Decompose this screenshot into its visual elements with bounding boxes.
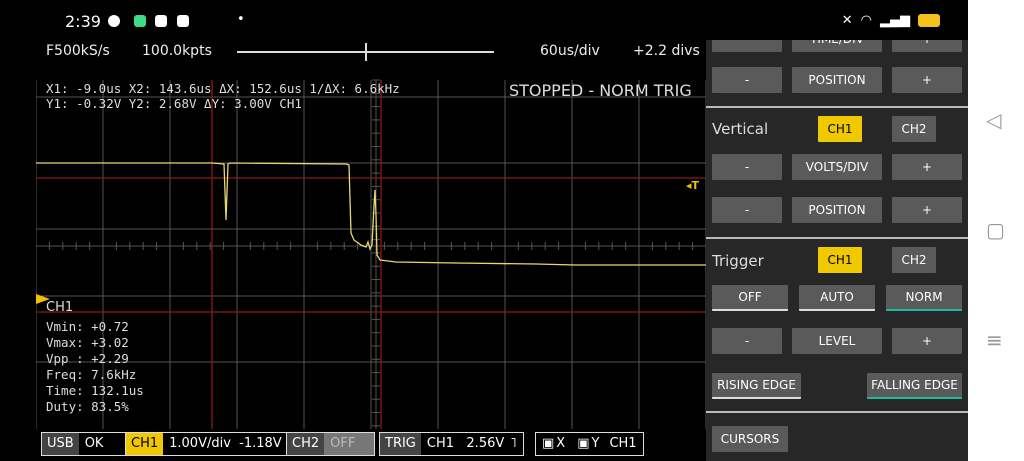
meas-duty: Duty: 83.5%	[46, 399, 129, 414]
falling-edge-icon: ˥	[510, 433, 523, 455]
y-checkbox-icon[interactable]: ▣	[571, 433, 592, 455]
ch2-value: OFF	[324, 433, 375, 455]
time-div-plus-button[interactable]: +	[892, 40, 962, 52]
trig-value: CH1 2.56V	[420, 433, 511, 455]
offset-divs: +2.2 divs	[633, 43, 700, 59]
trigger-ch1-button[interactable]: CH1	[818, 247, 862, 273]
status-bar: 2:39 • ✕ ◠ ▂▄▆	[36, 0, 968, 40]
mute-icon: ✕	[841, 13, 853, 28]
meas-vmin: Vmin: +0.72	[46, 319, 129, 334]
time-div-minus-button[interactable]: -	[712, 40, 782, 52]
time-per-div: 60us/div	[540, 43, 600, 59]
cursor-readout-x: X1: -9.0us X2: 143.6us ΔX: 152.6us 1/ΔX:…	[46, 81, 400, 96]
bottom-status-bar: USB OK CH1 1.00V/div -1.18V CH2 OFF TRIG…	[36, 429, 706, 461]
trig-status[interactable]: TRIG CH1 2.56V ˥	[379, 432, 524, 456]
ch1-status[interactable]: CH1 1.00V/div -1.18V	[125, 432, 289, 456]
battery-icon	[918, 14, 940, 27]
ch1-value: 1.00V/div -1.18V	[163, 433, 288, 455]
level-plus-button[interactable]: +	[892, 328, 962, 354]
messenger-icon	[108, 15, 120, 27]
trigger-off-button[interactable]: OFF	[712, 285, 788, 311]
facebook-icon	[177, 15, 189, 27]
cursor-readout-y: Y1: -0.32V Y2: 2.68V ΔY: 3.00V CH1	[46, 96, 302, 111]
volts-div-button[interactable]: VOLTS/DIV	[792, 154, 882, 180]
ch2-tag: CH2	[287, 433, 325, 455]
x-checkbox-icon[interactable]: ▣	[536, 433, 557, 455]
vertical-ch1-button[interactable]: CH1	[818, 116, 862, 142]
vertical-ch2-button[interactable]: CH2	[892, 116, 936, 142]
trig-tag: TRIG	[380, 433, 421, 455]
divider	[706, 237, 968, 239]
wifi-icon: ◠	[860, 13, 872, 28]
navigation-bar: ◁ ▢ ≡	[968, 0, 1024, 461]
h-position-minus-button[interactable]: -	[712, 67, 782, 93]
meas-time: Time: 132.1us	[46, 383, 144, 398]
back-icon[interactable]: ◁	[986, 110, 1001, 130]
v-position-button[interactable]: POSITION	[792, 197, 882, 223]
v-position-plus-button[interactable]: +	[892, 197, 962, 223]
home-icon[interactable]: ▢	[986, 220, 1005, 240]
divider	[706, 411, 968, 413]
control-panel: - TIME/DIV + - POSITION + Vertical CH1 C…	[706, 40, 968, 461]
usb-tag: USB	[42, 433, 79, 455]
ch2-status[interactable]: CH2 OFF	[286, 432, 376, 456]
h-position-plus-button[interactable]: +	[892, 67, 962, 93]
level-button[interactable]: LEVEL	[792, 328, 882, 354]
grid	[36, 79, 706, 429]
level-minus-button[interactable]: -	[712, 328, 782, 354]
trigger-norm-button[interactable]: NORM	[886, 285, 962, 311]
meas-vmax: Vmax: +3.02	[46, 335, 129, 350]
meas-freq: Freq: 7.6kHz	[46, 367, 137, 382]
ch1-tag: CH1	[126, 433, 164, 455]
usb-status[interactable]: USB OK	[41, 432, 126, 456]
xy-status[interactable]: ▣ X ▣ Y CH1	[535, 432, 644, 456]
timeline-marker[interactable]	[365, 43, 367, 61]
signal-icon: ▂▄▆	[880, 13, 910, 28]
trigger-ch2-button[interactable]: CH2	[892, 247, 936, 273]
run-status: STOPPED - NORM TRIG	[509, 81, 692, 100]
recents-icon[interactable]: ≡	[986, 330, 1003, 350]
app-icon-2	[155, 15, 167, 27]
usb-value: OK	[78, 433, 125, 455]
trigger-label: Trigger	[712, 252, 764, 270]
trigger-level-marker[interactable]: ◂T	[686, 179, 699, 192]
volts-div-minus-button[interactable]: -	[712, 154, 782, 180]
volts-div-plus-button[interactable]: +	[892, 154, 962, 180]
sample-rate: F500kS/s	[46, 43, 110, 59]
falling-edge-button[interactable]: FALLING EDGE	[867, 373, 962, 399]
h-position-button[interactable]: POSITION	[792, 67, 882, 93]
channel-label: CH1	[46, 300, 74, 315]
vertical-label: Vertical	[712, 120, 769, 138]
divider	[706, 106, 968, 108]
rising-edge-button[interactable]: RISING EDGE	[712, 373, 801, 399]
scope-display[interactable]: F500kS/s 100.0kpts 60us/div +2.2 divs X1…	[36, 40, 706, 461]
points-count: 100.0kpts	[142, 43, 212, 59]
meas-vpp: Vpp : +2.29	[46, 351, 129, 366]
cursors-button[interactable]: CURSORS	[712, 426, 788, 452]
y-label: Y	[591, 433, 606, 455]
trigger-auto-button[interactable]: AUTO	[799, 285, 875, 311]
time-div-button[interactable]: TIME/DIV	[792, 40, 882, 52]
xy-channel: CH1	[605, 433, 643, 455]
v-position-minus-button[interactable]: -	[712, 197, 782, 223]
x-label: X	[556, 433, 572, 455]
app-icon	[134, 15, 146, 27]
status-time: 2:39	[65, 12, 101, 31]
notification-dot: •	[237, 12, 245, 27]
